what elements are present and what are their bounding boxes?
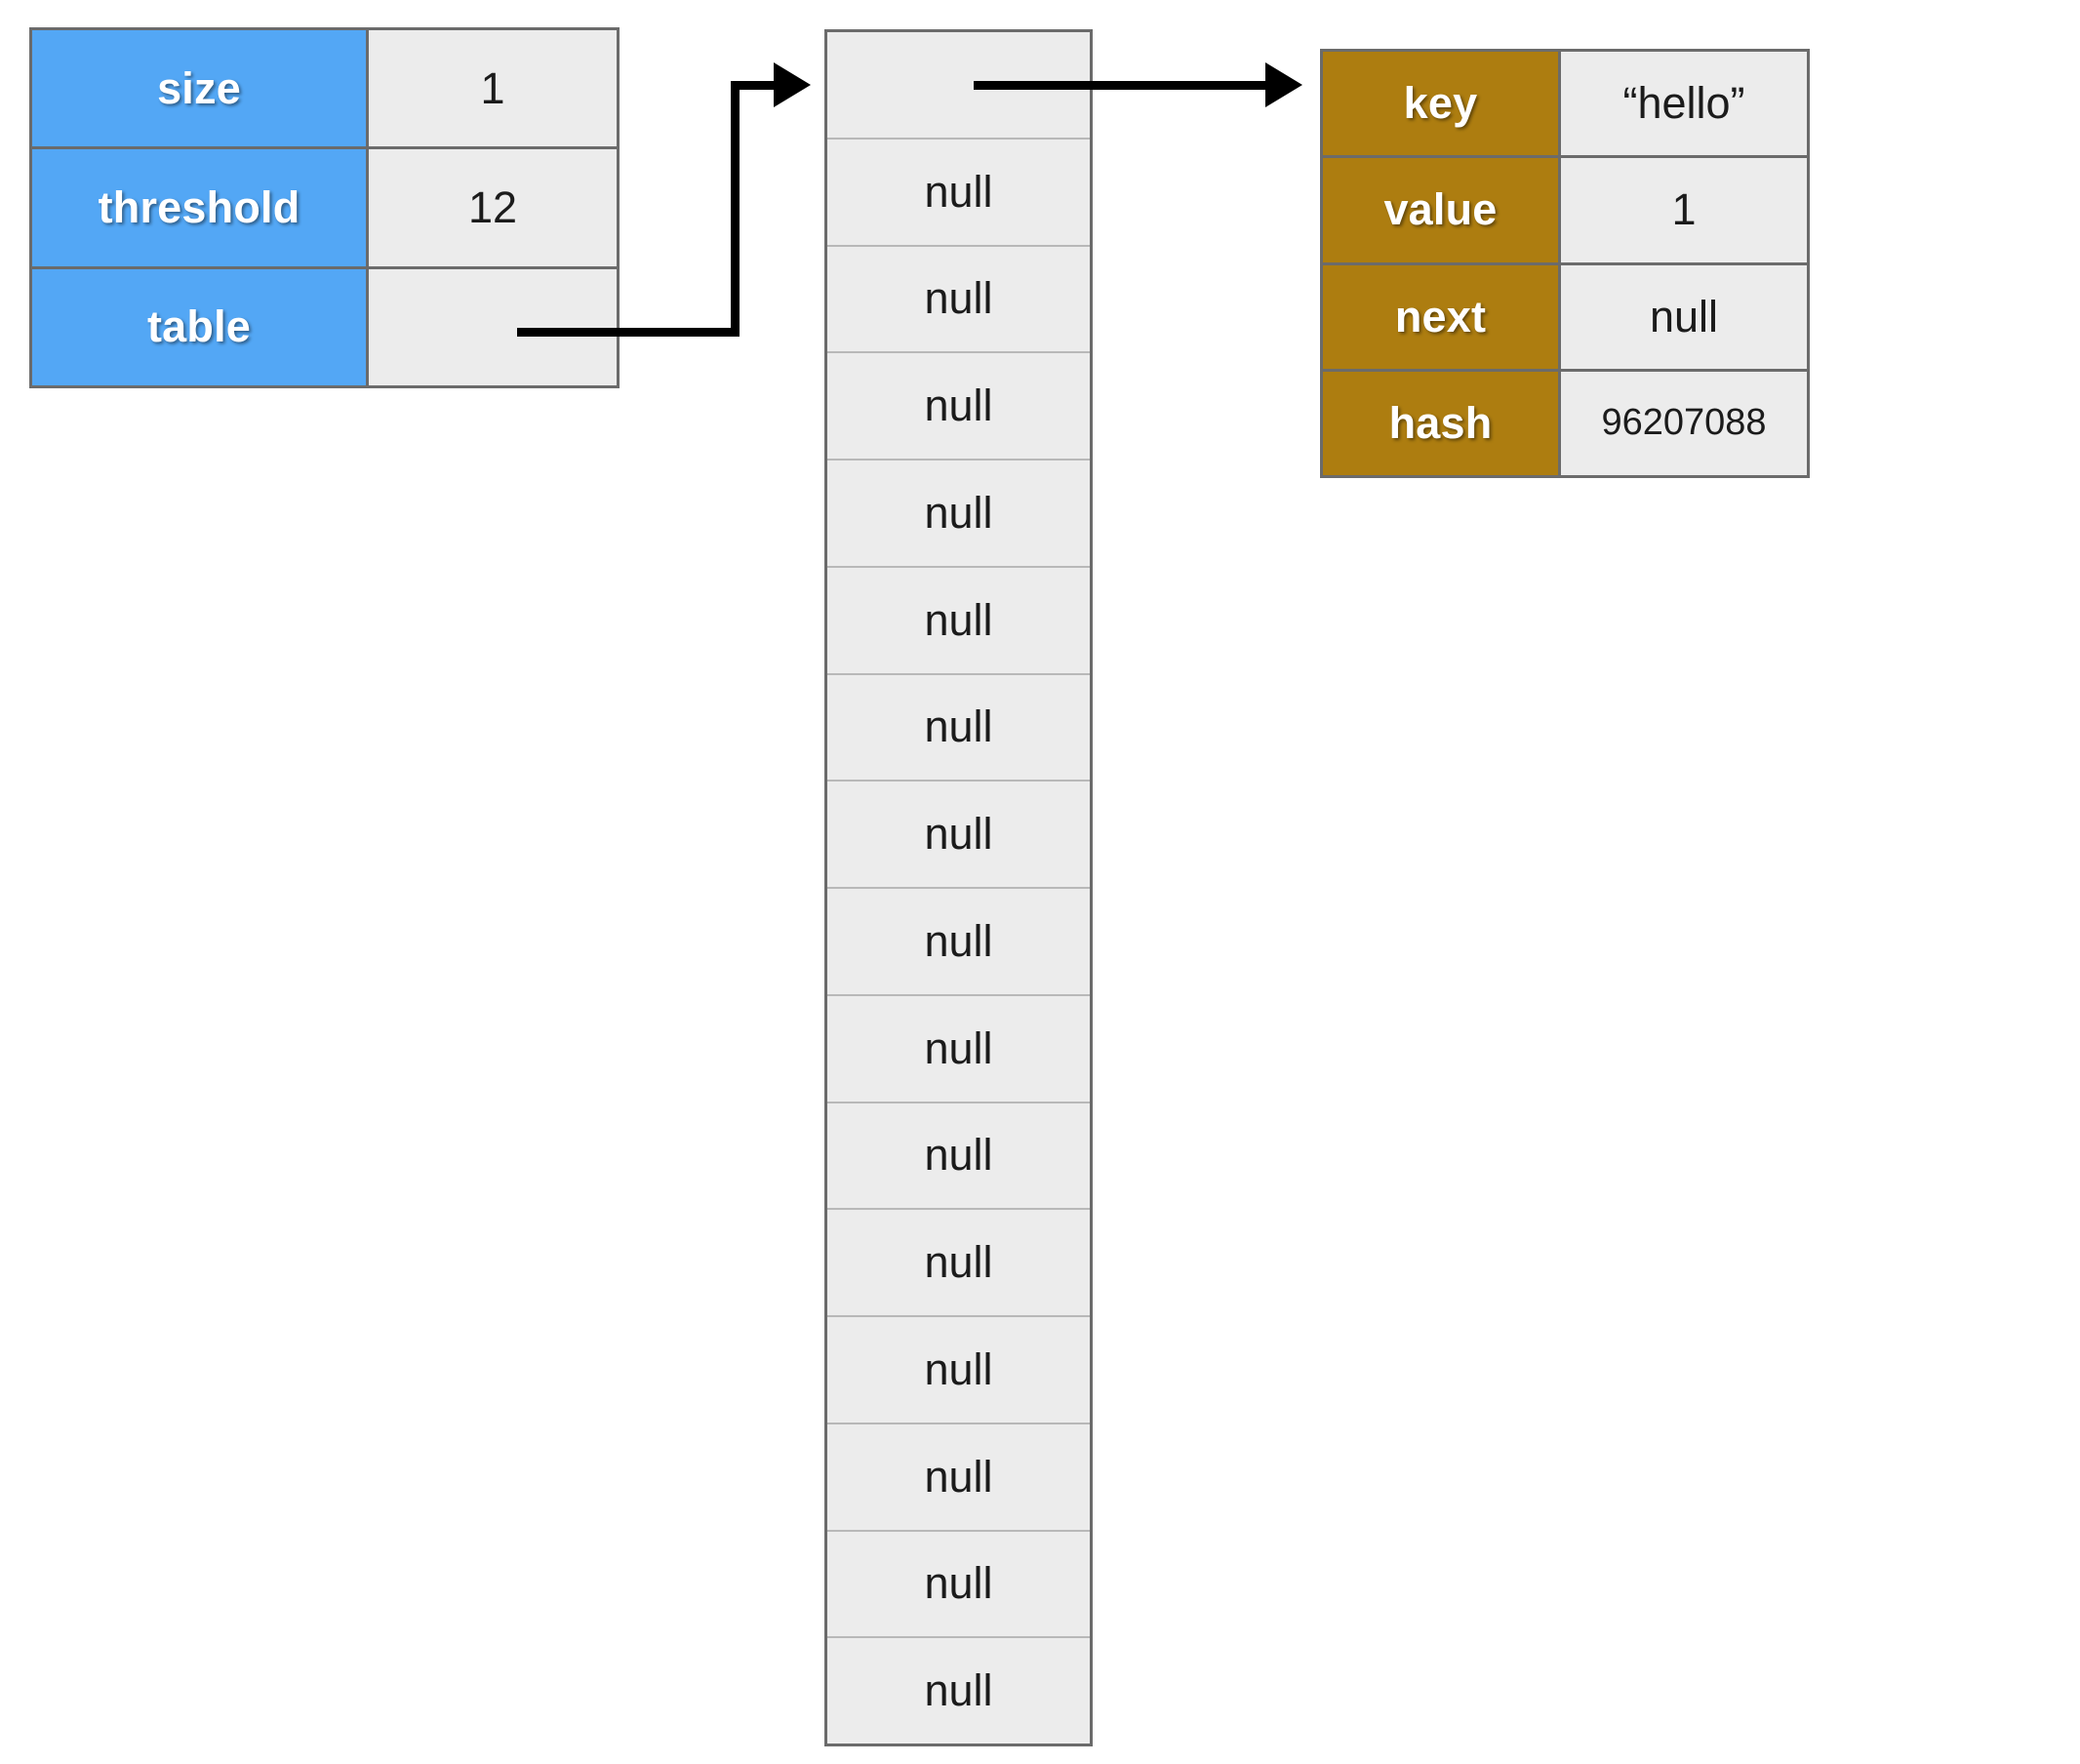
table-row: key “hello” xyxy=(1323,52,1807,159)
table-to-array-arrowhead xyxy=(774,62,811,107)
bucket-cell-6: null xyxy=(827,674,1090,782)
table-row: hash 96207088 xyxy=(1323,371,1807,475)
entry-label-next: next xyxy=(1323,264,1561,369)
bucket-cell-3: null xyxy=(827,353,1090,461)
bucket-cell-13: null xyxy=(827,1423,1090,1532)
bucket-array-table: null null null null null null null null … xyxy=(824,29,1093,1746)
bucket-cell-2: null xyxy=(827,246,1090,354)
bucket-cell-12: null xyxy=(827,1317,1090,1424)
entry-value-key: “hello” xyxy=(1561,52,1807,156)
bucket-cell-10: null xyxy=(827,1102,1090,1211)
entry-value-value: 1 xyxy=(1561,158,1807,262)
entry-value-next: null xyxy=(1561,264,1807,369)
entry-fields-table: key “hello” value 1 next null hash 96207… xyxy=(1320,49,1810,478)
field-label-table: table xyxy=(32,268,369,385)
table-row: value 1 xyxy=(1323,158,1807,265)
bucket-cell-14: null xyxy=(827,1531,1090,1639)
field-label-size: size xyxy=(32,30,369,147)
diagram-canvas: size 1 threshold 12 table null null null… xyxy=(0,0,2080,1764)
table-row: threshold 12 xyxy=(32,149,617,269)
field-value-size: 1 xyxy=(369,30,617,147)
table-row: size 1 xyxy=(32,30,617,150)
bucket0-to-entry-arrowhead xyxy=(1265,62,1302,107)
bucket-cell-5: null xyxy=(827,567,1090,675)
entry-value-hash: 96207088 xyxy=(1561,371,1807,475)
table-row: next null xyxy=(1323,264,1807,372)
bucket-cell-11: null xyxy=(827,1210,1090,1317)
bucket-cell-4: null xyxy=(827,461,1090,568)
entry-label-hash: hash xyxy=(1323,371,1561,475)
field-label-threshold: threshold xyxy=(32,149,369,266)
field-value-threshold: 12 xyxy=(369,149,617,266)
bucket-cell-15: null xyxy=(827,1638,1090,1744)
table-to-array-segment-vertical xyxy=(731,81,740,333)
bucket-cell-1: null xyxy=(827,139,1090,247)
bucket-cell-8: null xyxy=(827,889,1090,996)
bucket-cell-9: null xyxy=(827,995,1090,1103)
bucket0-to-entry-segment xyxy=(974,81,1270,90)
entry-label-value: value xyxy=(1323,158,1561,262)
bucket-cell-7: null xyxy=(827,782,1090,889)
entry-label-key: key xyxy=(1323,52,1561,156)
table-to-array-segment-horizontal-lower xyxy=(517,328,740,337)
